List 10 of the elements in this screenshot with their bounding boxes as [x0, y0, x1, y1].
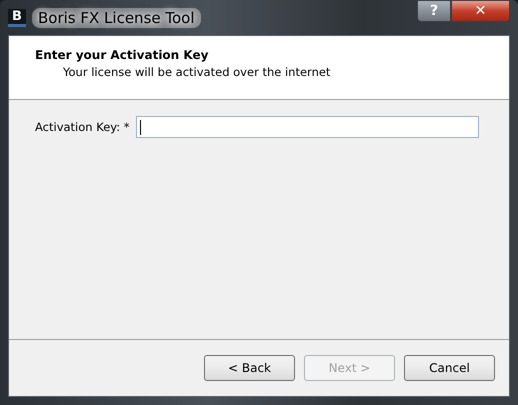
page-title: Enter your Activation Key: [35, 48, 210, 62]
dialog-button[interactable]: < Back: [204, 355, 295, 381]
app-logo-icon: B: [8, 8, 26, 26]
text-cursor: [140, 120, 141, 134]
activation-key-field[interactable]: [136, 116, 479, 138]
page-subtitle: Your license will be activated over the internet: [63, 65, 332, 79]
field-label: Activation Key: *: [35, 120, 130, 134]
help-button[interactable]: ?: [417, 0, 451, 22]
dialog-button[interactable]: Cancel: [404, 355, 495, 381]
close-button[interactable]: ✕: [451, 0, 510, 22]
